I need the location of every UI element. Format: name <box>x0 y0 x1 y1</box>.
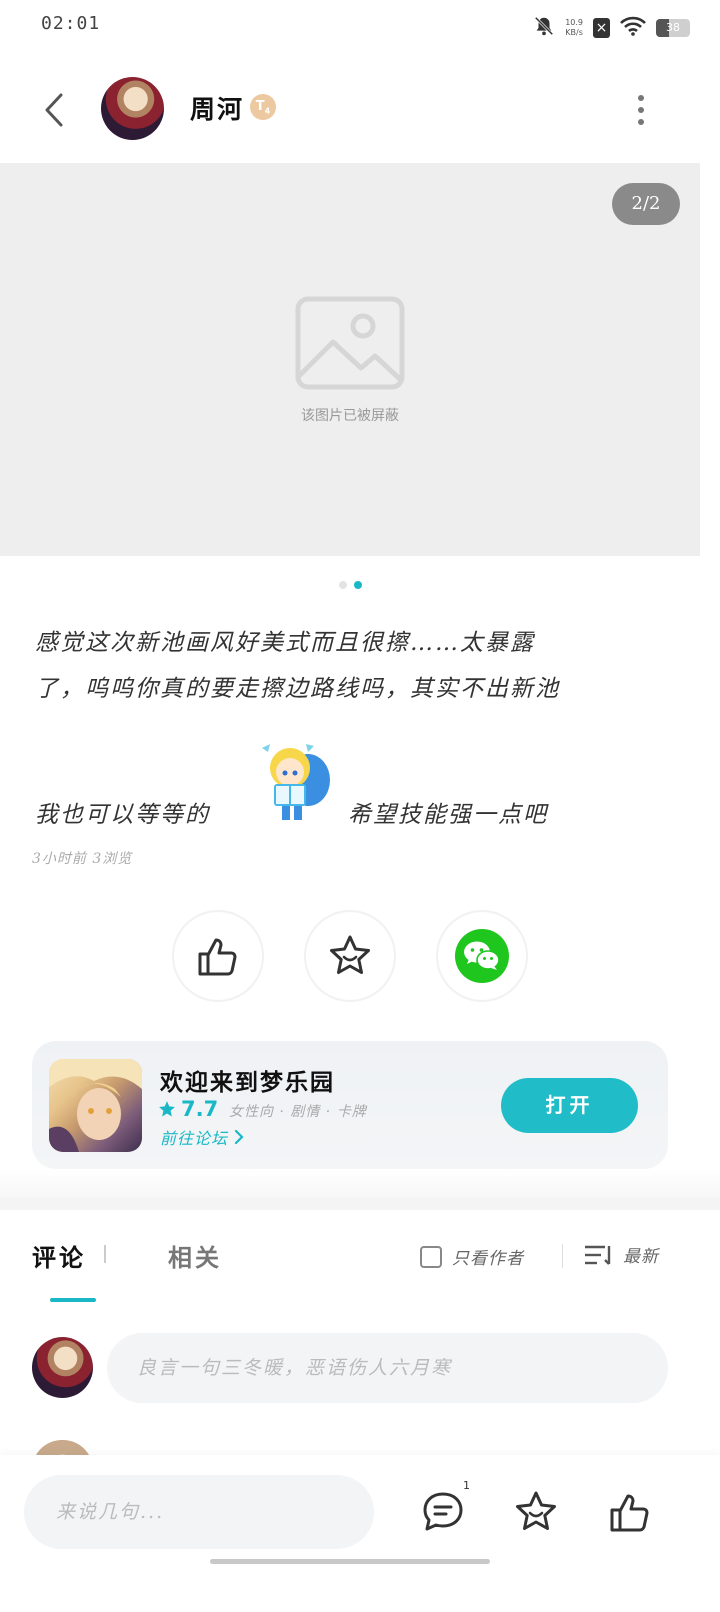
image-blocked-text: 该图片已被屏蔽 <box>301 408 399 424</box>
post-body: 感觉这次新池画风好美式而且很擦……太暴露 了，呜呜你真的要走擦边路线吗，其实不出… <box>35 620 675 712</box>
status-icons: 10.9 KB/s × 38 <box>533 14 690 42</box>
wifi-icon <box>620 16 646 40</box>
chevron-right-icon <box>234 1129 244 1145</box>
image-placeholder-icon <box>295 296 405 390</box>
share-wechat-button[interactable] <box>436 910 528 1002</box>
author-name[interactable]: 周河 <box>190 90 244 126</box>
level-badge: T4 <box>250 94 276 120</box>
post-header: 周河 T4 <box>0 60 720 160</box>
post-line: 了，呜呜你真的要走擦边路线吗，其实不出新池 <box>35 676 560 702</box>
image-page-counter: 2/2 <box>612 183 680 225</box>
star-icon <box>516 1491 556 1530</box>
more-options-button[interactable] <box>630 90 652 130</box>
rating-star-icon <box>159 1101 175 1117</box>
status-bar: 02:01 10.9 KB/s × 38 <box>0 0 720 56</box>
bottom-favorite-button[interactable] <box>511 1487 561 1537</box>
status-time: 02:01 <box>41 13 101 34</box>
comment-count: 1 <box>463 1479 470 1492</box>
carousel-dot <box>339 581 347 589</box>
sort-icon <box>585 1245 611 1265</box>
tab-separator <box>104 1245 106 1263</box>
post-image-area[interactable]: 2/2 该图片已被屏蔽 <box>0 163 700 556</box>
thumbs-up-icon <box>198 938 237 976</box>
bottom-bar: 来说几句... 1 <box>0 1455 720 1612</box>
notification-x-icon: × <box>593 18 610 38</box>
tab-related[interactable]: 相关 <box>168 1238 222 1273</box>
game-name: 欢迎来到梦乐园 <box>160 1069 335 1096</box>
chevron-left-icon <box>45 93 63 127</box>
like-button[interactable] <box>172 910 264 1002</box>
bell-muted-icon <box>533 15 555 41</box>
post-line: 我也可以等等的 <box>35 802 210 828</box>
carousel-dot-active <box>354 581 362 589</box>
dot-icon <box>638 119 644 125</box>
thumbs-up-icon <box>610 1494 649 1532</box>
post-meta: 3小时前 3浏览 <box>32 851 133 867</box>
back-button[interactable] <box>34 88 74 132</box>
star-icon <box>330 935 370 974</box>
dot-icon <box>638 95 644 101</box>
reading-girl-sticker <box>262 744 330 820</box>
bottom-comment-input[interactable]: 来说几句... <box>24 1475 374 1549</box>
game-icon <box>49 1059 142 1152</box>
rating-value: 7.7 <box>181 1097 219 1121</box>
my-avatar <box>32 1337 93 1398</box>
comment-bubble-icon <box>423 1492 463 1531</box>
post-line: 感觉这次新池画风好美式而且很擦……太暴露 <box>35 630 535 656</box>
game-rating: 7.7 <box>158 1097 218 1121</box>
game-card[interactable]: 欢迎来到梦乐园 7.7 女性向 · 剧情 · 卡牌 前往论坛 打开 <box>32 1041 668 1169</box>
comments-button[interactable] <box>418 1487 468 1537</box>
network-speed: 10.9 KB/s <box>565 18 583 37</box>
game-forum-link[interactable]: 前往论坛 <box>160 1125 244 1149</box>
filter-separator <box>562 1244 563 1268</box>
battery-icon: 38 <box>656 19 690 37</box>
home-indicator <box>210 1559 490 1564</box>
post-line: 希望技能强一点吧 <box>348 802 548 828</box>
author-avatar[interactable] <box>101 77 164 140</box>
tab-comments[interactable]: 评论 <box>32 1238 86 1273</box>
bottom-like-button[interactable] <box>605 1487 655 1537</box>
carousel-dots <box>339 581 362 589</box>
wechat-icon <box>455 929 509 983</box>
comment-tabs: 评论 相关 只看作者 最新 <box>0 1212 720 1302</box>
author-only-checkbox[interactable] <box>420 1245 442 1268</box>
active-tab-indicator <box>50 1298 96 1302</box>
author-only-toggle[interactable]: 只看作者 <box>420 1244 524 1269</box>
open-game-button[interactable]: 打开 <box>501 1078 638 1133</box>
sort-button[interactable]: 最新 <box>583 1242 659 1267</box>
favorite-button[interactable] <box>304 910 396 1002</box>
section-divider <box>0 1198 720 1210</box>
dot-icon <box>638 107 644 113</box>
comment-input[interactable]: 良言一句三冬暖，恶语伤人六月寒 <box>107 1333 668 1403</box>
game-tags: 女性向 · 剧情 · 卡牌 <box>229 1104 367 1120</box>
